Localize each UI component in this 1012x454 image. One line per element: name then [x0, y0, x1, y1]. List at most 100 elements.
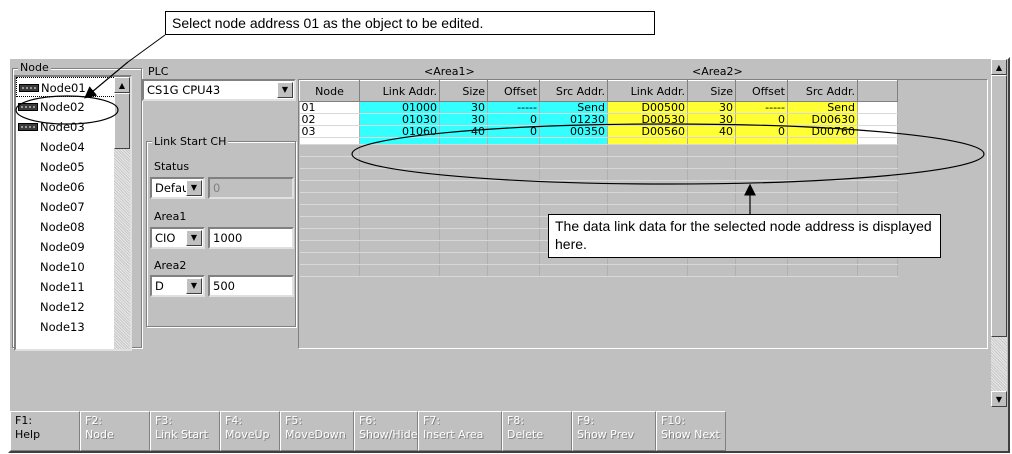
fkey-4-button[interactable]: F4: MoveUp	[220, 411, 280, 451]
table-cell[interactable]: 30	[439, 101, 488, 114]
table-cell[interactable]: 0	[487, 113, 540, 126]
fkey-code: F6:	[359, 414, 377, 427]
table-cell[interactable]: D00760	[787, 125, 858, 138]
table-cell	[359, 240, 440, 253]
fkey-7-button[interactable]: F7: Insert Area	[418, 411, 502, 451]
table-cell[interactable]: -----	[735, 101, 788, 114]
column-header[interactable]: Src Addr.	[787, 80, 858, 102]
column-header[interactable]: Link Addr.	[607, 80, 688, 102]
node-item[interactable]: Node10	[16, 257, 130, 277]
fkey-8-button[interactable]: F8: Delete	[502, 411, 572, 451]
node-item[interactable]: Node12	[16, 297, 130, 317]
table-cell	[857, 144, 898, 157]
node-item-label: Node11	[40, 280, 85, 294]
node-item[interactable]: Node08	[16, 217, 130, 237]
node-item-label: Node02	[40, 100, 85, 114]
table-cell	[299, 264, 360, 277]
plc-select[interactable]: CS1G CPU43 ▼	[142, 79, 296, 101]
fkey-label: Link Start	[155, 428, 208, 441]
table-cell	[439, 228, 488, 241]
column-header[interactable]: Src Addr.	[539, 80, 608, 102]
table-cell[interactable]: 01060	[359, 125, 440, 138]
table-cell[interactable]: Send	[787, 101, 858, 114]
node-list[interactable]: Node01 Node02 Node03 Node04 Node05 Node06 Node…	[14, 75, 132, 351]
callout-data-link: The data link data for the selected node…	[548, 214, 941, 258]
table-cell[interactable]: 01	[299, 101, 360, 114]
table-cell[interactable]: 30	[687, 101, 736, 114]
area2-address-input[interactable]: 500	[208, 275, 294, 297]
area1-address-input[interactable]: 1000	[208, 227, 294, 249]
column-header[interactable]: Offset	[735, 80, 788, 102]
table-cell[interactable]: 0	[735, 125, 788, 138]
table-cell[interactable]: D00560	[607, 125, 688, 138]
table-cell[interactable]: 30	[687, 113, 736, 126]
table-cell[interactable]: Send	[539, 101, 608, 114]
table-row[interactable]: 01 01000 30 ----- Send D00500 30 ----- Send	[299, 101, 898, 114]
chevron-down-icon[interactable]: ▼	[186, 180, 202, 196]
fkey-10-button[interactable]: F10: Show Next	[656, 411, 726, 451]
node-item[interactable]: Node02	[16, 97, 130, 117]
node-item[interactable]: Node01	[16, 77, 130, 97]
fkey-label: Show Next	[661, 428, 720, 441]
fkey-3-button[interactable]: F3: Link Start	[150, 411, 220, 451]
fkey-6-button[interactable]: F6: Show/Hide	[354, 411, 418, 451]
fkey-9-button[interactable]: F9: Show Prev	[572, 411, 656, 451]
table-cell[interactable]: 01030	[359, 113, 440, 126]
column-header[interactable]: Size	[439, 80, 488, 102]
scroll-thumb[interactable]	[114, 93, 130, 149]
table-cell	[439, 168, 488, 181]
scroll-up-button[interactable]: ▲	[991, 59, 1007, 75]
node-item[interactable]: Node03	[16, 117, 130, 137]
chevron-down-icon[interactable]: ▼	[186, 230, 202, 246]
table-cell[interactable]: D00530	[607, 113, 688, 126]
node-item[interactable]: Node05	[16, 157, 130, 177]
fkey-5-button[interactable]: F5: MoveDown	[280, 411, 354, 451]
table-cell[interactable]: 40	[439, 125, 488, 138]
node-item[interactable]: Node13	[16, 317, 130, 337]
table-cell[interactable]: -----	[487, 101, 540, 114]
table-cell[interactable]: D00630	[787, 113, 858, 126]
table-cell	[539, 144, 608, 157]
area2-type-select[interactable]: D ▼	[150, 275, 205, 297]
table-row[interactable]: 03 01060 40 0 00350 D00560 40 0 D00760	[299, 125, 898, 138]
window-scrollbar[interactable]: ▲ ▼	[991, 59, 1007, 407]
table-cell[interactable]: 01000	[359, 101, 440, 114]
table-cell[interactable]: 02	[299, 113, 360, 126]
node-item[interactable]: Node06	[16, 177, 130, 197]
table-cell	[735, 168, 788, 181]
table-cell[interactable]: 0	[487, 125, 540, 138]
table-cell[interactable]: 01230	[539, 113, 608, 126]
fkey-1-button[interactable]: F1: Help	[10, 411, 80, 451]
table-cell	[857, 180, 898, 193]
column-header[interactable]: Link Addr.	[359, 80, 440, 102]
scroll-down-button[interactable]: ▼	[991, 391, 1007, 407]
table-cell[interactable]: 03	[299, 125, 360, 138]
node-list-scrollbar[interactable]: ▲	[114, 77, 130, 349]
chevron-down-icon[interactable]: ▼	[186, 278, 202, 294]
fkey-2-button[interactable]: F2: Node	[80, 411, 150, 451]
area1-type-select[interactable]: CIO ▼	[150, 227, 205, 249]
node-item[interactable]: Node07	[16, 197, 130, 217]
status-select[interactable]: Default ▼	[150, 177, 205, 199]
node-item[interactable]: Node04	[16, 137, 130, 157]
table-row[interactable]: 02 01030 30 0 01230 D00530 30 0 D00630	[299, 113, 898, 126]
scroll-up-button[interactable]: ▲	[114, 77, 130, 93]
table-cell	[787, 192, 858, 205]
fkey-code: F9:	[577, 414, 595, 427]
column-header[interactable]: Node	[299, 80, 360, 102]
chevron-down-icon[interactable]: ▼	[277, 82, 293, 98]
column-header[interactable]: Size	[687, 80, 736, 102]
link-start-label: Link Start CH	[152, 135, 229, 148]
table-cell[interactable]: 0	[735, 113, 788, 126]
table-cell	[607, 144, 688, 157]
scroll-thumb[interactable]	[991, 75, 1007, 337]
table-cell	[735, 192, 788, 205]
node-item[interactable]: Node11	[16, 277, 130, 297]
column-header[interactable]: Offset	[487, 80, 540, 102]
table-cell[interactable]: D00500	[607, 101, 688, 114]
table-cell[interactable]: 40	[687, 125, 736, 138]
table-cell[interactable]: 00350	[539, 125, 608, 138]
table-cell	[787, 137, 858, 145]
table-cell[interactable]: 30	[439, 113, 488, 126]
node-item[interactable]: Node09	[16, 237, 130, 257]
